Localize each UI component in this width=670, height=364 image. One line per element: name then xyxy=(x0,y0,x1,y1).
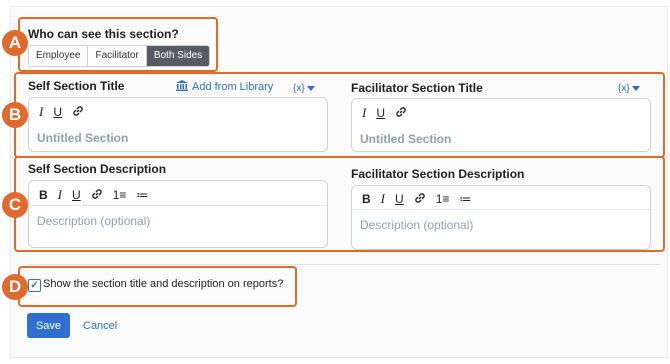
library-icon xyxy=(176,78,188,96)
visibility-option-facilitator[interactable]: Facilitator xyxy=(88,46,147,66)
callout-badge-a: A xyxy=(2,30,28,56)
underline-button[interactable]: U xyxy=(72,187,81,203)
self-title-label: Self Section Title xyxy=(28,79,125,93)
caret-down-icon xyxy=(306,79,315,97)
ordered-list-button[interactable]: 1≡ xyxy=(436,191,450,207)
facilitator-description-placeholder: Description (optional) xyxy=(360,218,474,232)
visibility-segmented-control: Employee Facilitator Both Sides xyxy=(28,45,211,67)
facilitator-title-toolbar: I U xyxy=(352,105,407,121)
cancel-button[interactable]: Cancel xyxy=(83,320,117,332)
caret-down-icon xyxy=(631,79,640,97)
italic-button[interactable]: I xyxy=(362,105,366,121)
add-from-library-link[interactable]: Add from Library xyxy=(176,78,273,96)
italic-button[interactable]: I xyxy=(58,187,62,203)
self-title-toolbar: I U xyxy=(29,104,84,120)
link-icon[interactable] xyxy=(414,192,426,207)
self-title-placeholder: Untitled Section xyxy=(37,131,129,145)
visibility-label: Who can see this section? xyxy=(28,27,179,41)
link-icon[interactable] xyxy=(395,106,407,121)
self-title-variable-button[interactable]: {x} xyxy=(293,79,315,97)
callout-badge-d: D xyxy=(2,274,28,300)
bullet-list-button[interactable]: ≔ xyxy=(136,187,148,203)
self-description-label: Self Section Description xyxy=(28,162,167,176)
save-button[interactable]: Save xyxy=(27,313,70,338)
add-from-library-label: Add from Library xyxy=(192,81,274,93)
toolbar-divider xyxy=(29,205,327,206)
visibility-option-employee[interactable]: Employee xyxy=(29,46,89,66)
underline-button[interactable]: U xyxy=(53,104,62,120)
facilitator-title-label: Facilitator Section Title xyxy=(351,81,483,95)
toolbar-divider xyxy=(352,209,650,210)
facilitator-description-editor[interactable]: B I U 1≡ ≔ Description (optional) xyxy=(351,185,651,250)
underline-button[interactable]: U xyxy=(395,191,404,207)
show-on-reports-checkbox[interactable]: ✓ xyxy=(28,279,41,292)
bold-button[interactable]: B xyxy=(39,187,48,203)
facilitator-description-toolbar: B I U 1≡ ≔ xyxy=(352,191,471,207)
self-description-placeholder: Description (optional) xyxy=(37,214,151,228)
underline-button[interactable]: U xyxy=(376,105,385,121)
show-on-reports-label: Show the section title and description o… xyxy=(43,278,284,290)
facilitator-title-placeholder: Untitled Section xyxy=(360,132,452,146)
visibility-option-both-sides[interactable]: Both Sides xyxy=(146,46,210,66)
callout-badge-b: B xyxy=(2,102,28,128)
ordered-list-button[interactable]: 1≡ xyxy=(113,187,127,203)
facilitator-title-editor[interactable]: I U Untitled Section xyxy=(351,98,651,152)
variable-label: {x} xyxy=(293,82,305,94)
link-icon[interactable] xyxy=(72,105,84,120)
bullet-list-button[interactable]: ≔ xyxy=(459,191,471,207)
self-description-toolbar: B I U 1≡ ≔ xyxy=(29,187,148,203)
section-divider xyxy=(28,264,660,265)
link-icon[interactable] xyxy=(91,188,103,203)
callout-badge-c: C xyxy=(2,192,28,218)
self-description-editor[interactable]: B I U 1≡ ≔ Description (optional) xyxy=(28,180,328,248)
facilitator-description-label: Facilitator Section Description xyxy=(351,167,525,181)
variable-label: {x} xyxy=(618,82,630,94)
self-title-editor[interactable]: I U Untitled Section xyxy=(28,97,328,152)
italic-button[interactable]: I xyxy=(381,191,385,207)
italic-button[interactable]: I xyxy=(39,104,43,120)
bold-button[interactable]: B xyxy=(362,191,371,207)
facilitator-title-variable-button[interactable]: {x} xyxy=(618,79,640,97)
